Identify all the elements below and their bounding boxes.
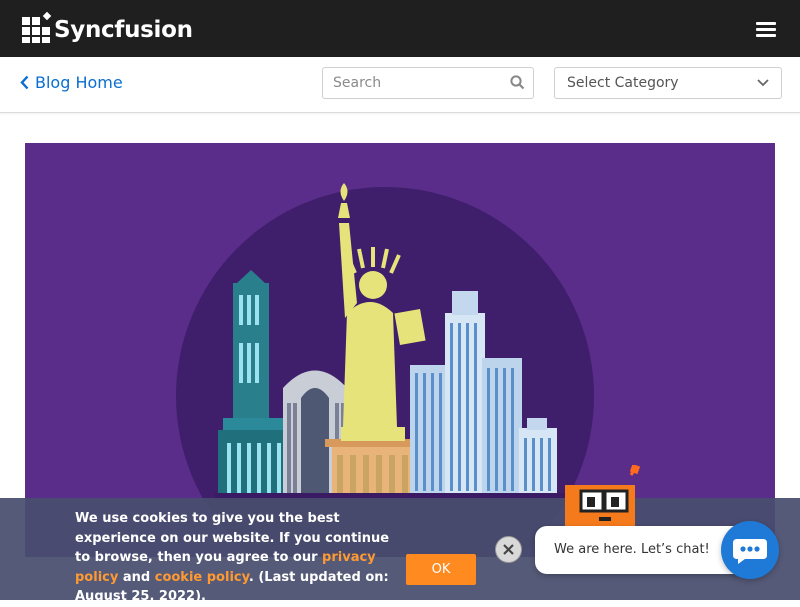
close-icon	[503, 544, 514, 555]
search-input[interactable]	[323, 68, 503, 98]
cookie-ok-button[interactable]: OK	[406, 554, 476, 585]
category-select[interactable]: Select Category	[554, 67, 782, 99]
blog-home-label: Blog Home	[35, 73, 123, 92]
top-header: Syncfusion	[0, 0, 800, 57]
chevron-down-icon	[757, 79, 769, 87]
blog-home-link[interactable]: Blog Home	[20, 73, 123, 92]
search-icon[interactable]	[510, 75, 525, 90]
chat-open-button[interactable]	[721, 521, 779, 579]
hero-image	[25, 143, 775, 557]
syncfusion-logo[interactable]: Syncfusion	[22, 10, 193, 46]
logo-grid-icon	[22, 11, 52, 43]
logo-text: Syncfusion	[54, 17, 193, 43]
cookie-message: We use cookies to give you the best expe…	[75, 509, 405, 607]
cookie-policy-link[interactable]: cookie policy	[155, 570, 249, 585]
city-skyline-illustration	[176, 183, 594, 557]
cookie-text-and: and	[118, 569, 155, 585]
chat-invite-text: We are here. Let’s chat!	[554, 542, 710, 557]
hamburger-menu-icon[interactable]	[756, 22, 776, 37]
blog-subnav: Blog Home Select Category	[0, 57, 800, 113]
chatbot-mascot-icon[interactable]	[565, 463, 641, 535]
chat-invite-bubble[interactable]: We are here. Let’s chat!	[535, 526, 745, 574]
cookie-close-button[interactable]	[495, 536, 522, 563]
search-box	[322, 67, 534, 99]
chat-bubble-icon	[733, 539, 767, 564]
chevron-left-icon	[20, 75, 29, 90]
category-select-value: Select Category	[567, 75, 679, 91]
